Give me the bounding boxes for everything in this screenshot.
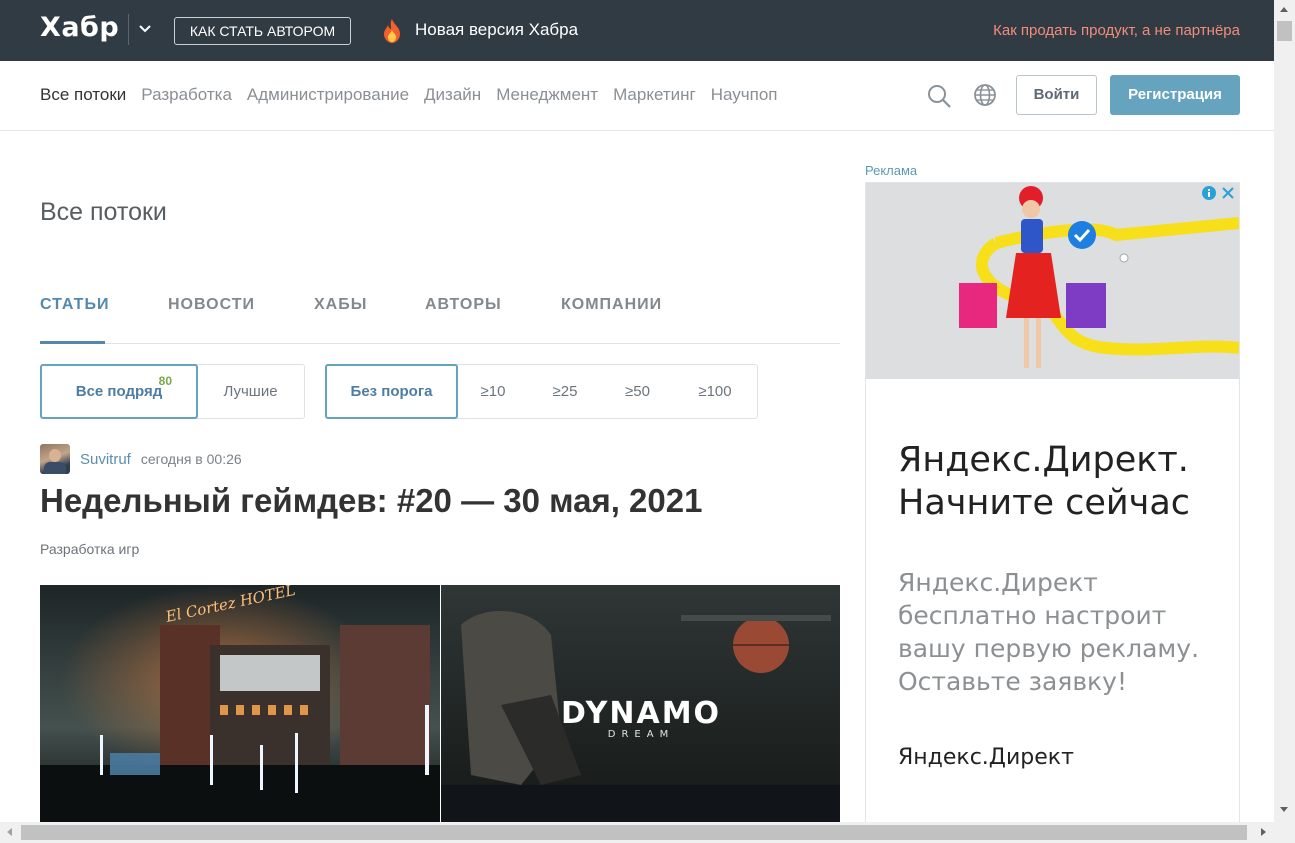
filter-threshold-25[interactable]: ≥25	[529, 365, 601, 418]
post-cover-image[interactable]: El Cortez HOTEL DYNAMO DREAM	[40, 585, 840, 822]
hotel-scene-image: El Cortez HOTEL	[40, 585, 440, 822]
login-button[interactable]: Войти	[1016, 75, 1097, 115]
scroll-left-icon[interactable]	[7, 828, 12, 836]
post-meta: Suvitruf сегодня в 00:26	[40, 444, 242, 474]
nav-menu: Все потоки Разработка Администрирование …	[40, 85, 778, 105]
ad-label: Реклама	[865, 163, 918, 178]
nav-bar: Все потоки Разработка Администрирование …	[0, 61, 1274, 131]
ad-brand: Яндекс.Директ	[898, 745, 1074, 770]
fire-icon	[384, 19, 400, 43]
horizontal-scrollbar[interactable]	[0, 822, 1295, 843]
scroll-down-icon[interactable]	[1280, 807, 1288, 812]
post-time: сегодня в 00:26	[140, 451, 242, 467]
vertical-scroll-thumb[interactable]	[1277, 21, 1292, 41]
ad-headline: Яндекс.Директ. Начните сейчас	[898, 440, 1191, 523]
dynamo-title-text: DYNAMO	[561, 696, 721, 731]
close-icon[interactable]	[1220, 185, 1236, 201]
nav-item-administration[interactable]: Администрирование	[247, 85, 409, 105]
top-bar: Хабр КАК СТАТЬ АВТОРОМ Новая версия Хабр…	[0, 0, 1274, 61]
divider	[128, 14, 129, 45]
filter-all[interactable]: Все подряд 80	[40, 364, 198, 419]
scroll-right-icon[interactable]	[1261, 828, 1266, 836]
tab-articles[interactable]: СТАТЬИ	[40, 296, 109, 314]
nav-item-development[interactable]: Разработка	[141, 85, 232, 105]
search-icon[interactable]	[926, 83, 952, 109]
active-tab-indicator	[40, 341, 105, 344]
info-icon[interactable]	[1201, 185, 1217, 201]
nav-item-popsci[interactable]: Научпоп	[711, 85, 778, 105]
filter-best[interactable]: Лучшие	[197, 365, 304, 418]
promo-link[interactable]: Как продать продукт, а не партнёра	[993, 22, 1240, 39]
ad-image	[866, 183, 1239, 379]
tab-hubs[interactable]: ХАБЫ	[314, 296, 367, 314]
nav-item-management[interactable]: Менеджмент	[496, 85, 598, 105]
new-version-link[interactable]: Новая версия Хабра	[415, 20, 578, 40]
threshold-filter-group: Без порога ≥10 ≥25 ≥50 ≥100	[325, 364, 758, 419]
tab-news[interactable]: НОВОСТИ	[168, 296, 255, 314]
chevron-down-icon[interactable]	[137, 21, 153, 37]
post-hub[interactable]: Разработка игр	[40, 541, 139, 557]
filter-threshold-50[interactable]: ≥50	[601, 365, 674, 418]
filter-threshold-10[interactable]: ≥10	[457, 365, 529, 418]
register-button[interactable]: Регистрация	[1110, 75, 1240, 115]
tab-authors[interactable]: АВТОРЫ	[425, 296, 502, 314]
ad-body-text: Яндекс.Директ бесплатно настроит вашу пе…	[898, 568, 1200, 696]
nav-item-marketing[interactable]: Маркетинг	[613, 85, 696, 105]
scroll-up-icon[interactable]	[1280, 7, 1288, 12]
filter-threshold-100[interactable]: ≥100	[674, 365, 756, 418]
horizontal-scroll-thumb[interactable]	[21, 825, 1247, 840]
post-title[interactable]: Недельный геймдев: #20 — 30 мая, 2021	[40, 482, 702, 520]
globe-icon[interactable]	[973, 83, 997, 107]
tab-companies[interactable]: КОМПАНИИ	[561, 296, 662, 314]
ad-banner[interactable]: Яндекс.Директ. Начните сейчас Яндекс.Дир…	[865, 182, 1240, 843]
page-title: Все потоки	[40, 198, 167, 226]
dream-subtitle-text: DREAM	[608, 729, 674, 740]
habr-logo[interactable]: Хабр	[40, 12, 119, 43]
sort-filter-group: Все подряд 80 Лучшие	[40, 364, 305, 419]
filter-no-threshold[interactable]: Без порога	[325, 364, 458, 419]
content-tabs: СТАТЬИ НОВОСТИ ХАБЫ АВТОРЫ КОМПАНИИ	[40, 296, 840, 344]
filter-all-label: Все подряд	[75, 383, 163, 400]
filter-all-count: 80	[158, 374, 172, 388]
nav-item-all-flows[interactable]: Все потоки	[40, 85, 126, 105]
avatar[interactable]	[40, 444, 70, 474]
nav-item-design[interactable]: Дизайн	[424, 85, 481, 105]
how-to-become-author-button[interactable]: КАК СТАТЬ АВТОРОМ	[174, 17, 351, 45]
vertical-scrollbar[interactable]	[1274, 0, 1295, 822]
dynamo-dream-image: DYNAMO DREAM	[441, 585, 840, 822]
author-name[interactable]: Suvitruf	[80, 451, 131, 468]
